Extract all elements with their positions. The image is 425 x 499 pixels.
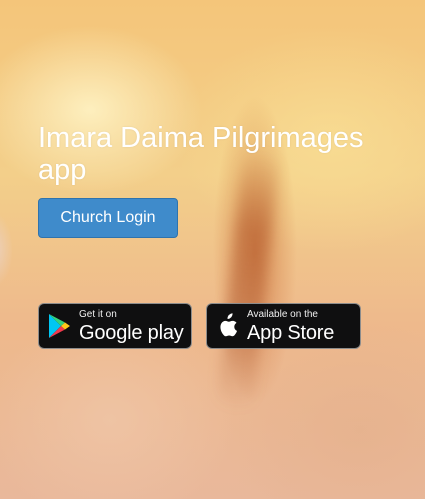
google-play-small-text: Get it on <box>79 308 117 320</box>
app-title: Imara Daima Pilgrimages app <box>38 122 364 186</box>
google-play-badge[interactable]: Get it on Google play <box>38 303 192 349</box>
background-edge-shape <box>0 215 12 285</box>
app-store-small-text: Available on the <box>247 308 318 320</box>
hero-background: Imara Daima Pilgrimages app Church Login… <box>0 0 425 499</box>
app-store-badge[interactable]: Available on the App Store <box>206 303 361 349</box>
google-play-big-text: Google play <box>79 321 184 344</box>
apple-icon <box>207 303 247 349</box>
app-store-big-text: App Store <box>247 321 335 344</box>
background-streak <box>216 148 280 412</box>
church-login-button[interactable]: Church Login <box>38 198 178 238</box>
google-play-icon <box>39 303 79 349</box>
